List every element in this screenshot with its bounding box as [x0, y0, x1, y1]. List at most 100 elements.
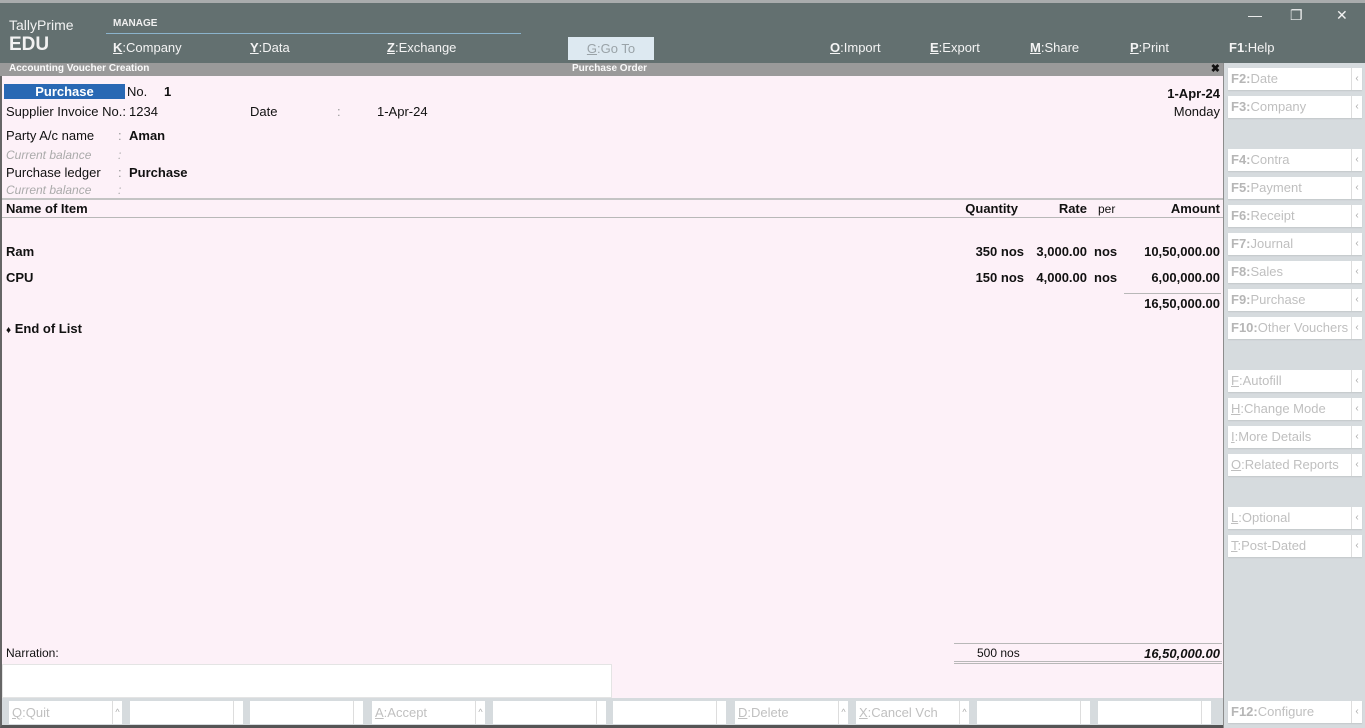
purchase-ledger-label: Purchase ledger	[6, 165, 101, 180]
item-name[interactable]: Ram	[6, 244, 34, 259]
chevron-left-icon: ‹	[1351, 96, 1362, 118]
purchase-ledger-field[interactable]: Purchase	[129, 165, 188, 180]
ledger-current-balance-label: Current balance	[6, 183, 92, 197]
total-bottom-divider	[954, 661, 1222, 664]
invoice-date-field[interactable]: 1-Apr-24	[377, 104, 428, 119]
menu-help[interactable]: F1:Help	[1229, 40, 1275, 55]
f12-configure-button[interactable]: F12:Configure ‹	[1228, 701, 1362, 723]
f5-payment-button[interactable]: F5:Payment ‹	[1228, 177, 1362, 199]
f8-sales-button[interactable]: F8:Sales ‹	[1228, 261, 1362, 283]
manage-divider	[106, 33, 521, 34]
f6-receipt-button[interactable]: F6:Receipt ‹	[1228, 205, 1362, 227]
chevron-left-icon: ‹	[1351, 535, 1362, 557]
chevron-left-icon: ‹	[1351, 454, 1362, 476]
menu-data[interactable]: Y:Data	[250, 40, 290, 55]
item-per[interactable]: nos	[1094, 270, 1117, 285]
invoice-date-colon: :	[337, 104, 341, 119]
caret-up-icon: ^	[112, 701, 122, 724]
empty-button-9[interactable]	[977, 701, 1090, 724]
item-rate[interactable]: 3,000.00	[1036, 244, 1087, 259]
narration-label: Narration:	[6, 646, 59, 660]
menu-export[interactable]: E:Export	[930, 40, 980, 55]
voucher-no-label: No.	[127, 84, 148, 99]
item-rate[interactable]: 4,000.00	[1036, 270, 1087, 285]
restore-icon[interactable]: ❐	[1290, 7, 1303, 24]
party-field[interactable]: Aman	[129, 128, 165, 143]
party-current-balance-label: Current balance	[6, 148, 92, 162]
chevron-left-icon: ‹	[1351, 398, 1362, 420]
caret-icon	[233, 701, 243, 724]
menu-share[interactable]: M:Share	[1030, 40, 1079, 55]
f9-purchase-button[interactable]: F9:Purchase ‹	[1228, 289, 1362, 311]
caret-up-icon: ^	[475, 701, 485, 724]
empty-button-2[interactable]	[130, 701, 243, 724]
diamond-icon: ♦	[6, 325, 12, 336]
item-quantity[interactable]: 150 nos	[976, 270, 1024, 285]
voucher-form: Purchase No. 1 1-Apr-24 Monday Supplier …	[0, 76, 1223, 698]
app-edition: EDU	[9, 34, 50, 55]
close-window-icon[interactable]: ✕	[1336, 7, 1348, 24]
f7-journal-button[interactable]: F7:Journal ‹	[1228, 233, 1362, 255]
change-mode-button[interactable]: H:Change Mode ‹	[1228, 398, 1362, 420]
f3-company-button[interactable]: F3:Company ‹	[1228, 96, 1362, 118]
voucher-date[interactable]: 1-Apr-24	[1167, 86, 1220, 101]
f10-other-vouchers-button[interactable]: F10:Other Vouchers ‹	[1228, 317, 1362, 339]
party-balance-colon: :	[118, 148, 122, 162]
chevron-left-icon: ‹	[1351, 370, 1362, 392]
item-per[interactable]: nos	[1094, 244, 1117, 259]
chevron-left-icon: ‹	[1351, 317, 1362, 339]
goto-button[interactable]: G:Go To	[568, 37, 654, 60]
total-quantity: 500 nos	[977, 646, 1020, 660]
button-panel: F2:Date ‹ F3:Company ‹ F4:Contra ‹ F5:Payme…	[1223, 63, 1365, 728]
purchase-ledger-colon: :	[118, 165, 122, 180]
total-amount: 16,50,000.00	[1144, 646, 1220, 661]
narration-input[interactable]	[2, 664, 612, 698]
menu-print[interactable]: P:Print	[1130, 40, 1169, 55]
related-reports-button[interactable]: O:Related Reports ‹	[1228, 454, 1362, 476]
menu-company[interactable]: K:Company	[113, 40, 182, 55]
col-header-name: Name of Item	[6, 201, 88, 216]
caret-up-icon: ^	[838, 701, 848, 724]
item-quantity[interactable]: 350 nos	[976, 244, 1024, 259]
cancel-vch-button[interactable]: X:Cancel Vch ^	[856, 701, 969, 724]
brand: TallyPrime EDU	[9, 17, 74, 56]
close-screen-icon[interactable]: ✖	[1211, 62, 1220, 75]
chevron-left-icon: ‹	[1351, 149, 1362, 171]
more-details-button[interactable]: I:More Details ‹	[1228, 426, 1362, 448]
chevron-left-icon: ‹	[1351, 426, 1362, 448]
item-amount[interactable]: 6,00,000.00	[1151, 270, 1220, 285]
party-label: Party A/c name	[6, 128, 95, 143]
empty-button-10[interactable]	[1098, 701, 1211, 724]
col-header-amount: Amount	[1170, 201, 1220, 216]
empty-button-3[interactable]	[250, 701, 363, 724]
accept-button[interactable]: A:Accept ^	[372, 701, 485, 724]
minimize-icon[interactable]: —	[1248, 7, 1262, 23]
menu-import[interactable]: O:Import	[830, 40, 881, 55]
autofill-button[interactable]: F:Autofill ‹	[1228, 370, 1362, 392]
post-dated-button[interactable]: T:Post-Dated ‹	[1228, 535, 1362, 557]
end-of-list[interactable]: ♦ End of List	[6, 321, 82, 336]
quit-button[interactable]: Q:Quit ^	[9, 701, 122, 724]
empty-button-5[interactable]	[493, 701, 606, 724]
voucher-no-value[interactable]: 1	[164, 84, 171, 99]
header-bottom-divider	[2, 217, 1223, 218]
f4-contra-button[interactable]: F4:Contra ‹	[1228, 149, 1362, 171]
supplier-invoice-field[interactable]: 1234	[129, 104, 158, 119]
menu-exchange[interactable]: Z:Exchange	[387, 40, 456, 55]
f2-date-button[interactable]: F2:Date ‹	[1228, 68, 1362, 90]
voucher-type-badge[interactable]: Purchase	[4, 84, 125, 99]
item-name[interactable]: CPU	[6, 270, 33, 285]
caret-icon	[596, 701, 606, 724]
invoice-date-label: Date	[250, 104, 278, 119]
col-header-quantity: Quantity	[965, 201, 1018, 216]
item-amount[interactable]: 10,50,000.00	[1144, 244, 1220, 259]
subtotal-divider	[1124, 293, 1221, 294]
empty-button-6[interactable]	[613, 701, 726, 724]
delete-button[interactable]: D:Delete ^	[735, 701, 848, 724]
screen-title-strip: Accounting Voucher Creation Purchase Ord…	[0, 63, 1223, 76]
optional-button[interactable]: L:Optional ‹	[1228, 507, 1362, 529]
party-colon: :	[118, 128, 122, 143]
col-header-rate: Rate	[1058, 201, 1087, 216]
chevron-left-icon: ‹	[1351, 701, 1362, 723]
caret-icon	[1080, 701, 1090, 724]
